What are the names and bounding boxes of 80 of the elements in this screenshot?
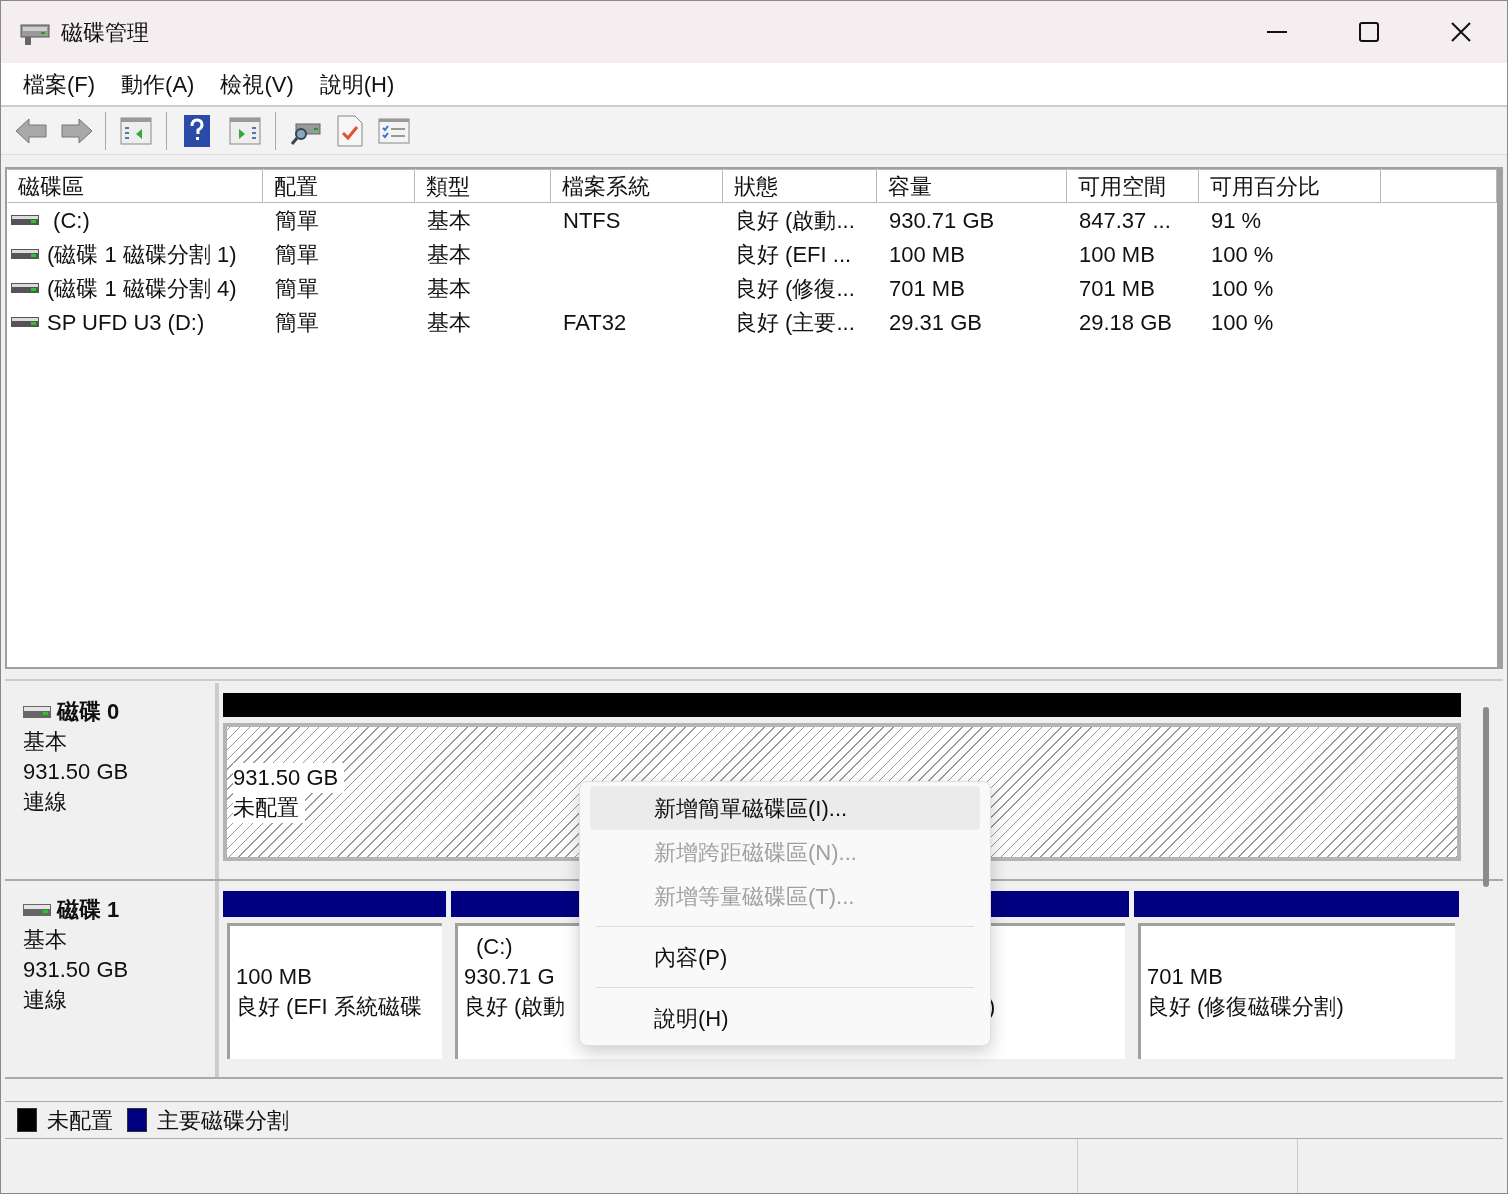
table-cell-text: 29.31 GB	[889, 308, 982, 337]
table-cell-text: 良好 (修復...	[735, 274, 855, 303]
checklist-icon	[378, 117, 410, 144]
table-cell-text: NTFS	[563, 206, 621, 235]
partition-status: 良好 (EFI 系統磁碟	[236, 993, 422, 1021]
table-cell-text: 良好 (EFI ...	[735, 240, 852, 269]
table-cell-text: 100 MB	[889, 240, 965, 269]
disk-size: 931.50 GB	[23, 956, 130, 984]
column-header[interactable]: 檔案系統	[551, 169, 723, 203]
partition-status: 未配置	[233, 793, 305, 823]
table-cell-text: 701 MB	[1079, 274, 1155, 303]
table-cell-text: (磁碟 1 磁碟分割 4)	[47, 274, 237, 303]
scroll-bar-thumb[interactable]	[1483, 707, 1489, 887]
column-header[interactable]: 容量	[877, 169, 1067, 203]
disk-name: 磁碟 1	[57, 896, 120, 924]
disk-type: 基本	[23, 728, 68, 756]
table-cell-text: 良好 (啟動...	[735, 206, 855, 235]
drive-icon	[11, 317, 39, 327]
panel-left-icon	[120, 116, 152, 145]
partition-status: 良好 (啟動	[464, 993, 566, 1021]
partition-status: 良好 (修復磁碟分割)	[1147, 993, 1344, 1021]
table-cell-text: 100 %	[1211, 308, 1274, 337]
disk-status: 連線	[23, 788, 68, 816]
table-cell-text: (C:)	[52, 206, 90, 235]
disk-size: 931.50 GB	[23, 758, 130, 786]
table-cell-text: 基本	[427, 206, 471, 235]
legend-label: 主要磁碟分割	[157, 1106, 289, 1135]
table-cell-text: 簡單	[275, 274, 319, 303]
column-header[interactable]: 磁碟區	[7, 169, 263, 203]
maximize-icon	[1359, 22, 1379, 42]
partition-size: 701 MB	[1147, 963, 1223, 991]
drive-icon	[11, 249, 39, 259]
menu-item[interactable]: 說明(H)	[307, 64, 407, 104]
partition-size: 931.50 GB	[233, 763, 345, 793]
table-cell-text: SP UFD U3 (D:)	[47, 308, 205, 337]
minimize-icon	[1267, 31, 1287, 33]
table-cell-text: 100 %	[1211, 274, 1274, 303]
help-icon	[184, 114, 210, 147]
column-header[interactable]: 配置	[263, 169, 415, 203]
panel-right-icon	[229, 116, 261, 145]
table-cell-text: 91 %	[1211, 206, 1262, 235]
table-cell-text: 100 %	[1211, 240, 1274, 269]
context-menu-item[interactable]: 新增簡單磁碟區(I)...	[590, 786, 980, 830]
table-cell-text: 簡單	[275, 240, 319, 269]
context-menu-item[interactable]: 說明(H)	[590, 996, 980, 1040]
window-title: 磁碟管理	[61, 18, 149, 47]
table-cell-text: 基本	[427, 240, 471, 269]
menu-item[interactable]: 檔案(F)	[11, 64, 108, 104]
menu-item[interactable]: 動作(A)	[109, 64, 207, 104]
context-menu-item[interactable]: 內容(P)	[590, 935, 980, 979]
disk-status: 連線	[23, 986, 68, 1014]
table-cell-text: 簡單	[275, 308, 319, 337]
legend-label: 未配置	[47, 1106, 113, 1135]
column-header[interactable]: 可用百分比	[1199, 169, 1381, 203]
column-header[interactable]: 類型	[415, 169, 551, 203]
disk-name: 磁碟 0	[57, 698, 120, 726]
table-cell-text: 100 MB	[1079, 240, 1155, 269]
table-cell-text: FAT32	[563, 308, 627, 337]
menu-item[interactable]: 檢視(V)	[208, 64, 306, 104]
table-cell-text: 930.71 GB	[889, 206, 995, 235]
document-check-icon	[337, 114, 363, 147]
drive-icon	[23, 706, 51, 718]
drive-icon	[23, 904, 51, 916]
table-cell-text: 基本	[427, 274, 471, 303]
partition-size: 930.71 G	[464, 963, 555, 991]
drive-icon	[11, 283, 39, 293]
table-cell-text: 701 MB	[889, 274, 965, 303]
disk-type: 基本	[23, 926, 68, 954]
table-cell-text: (磁碟 1 磁碟分割 1)	[47, 240, 237, 269]
volume-label: (C:)	[476, 933, 513, 961]
table-cell-text: 847.37 ...	[1079, 206, 1171, 235]
table-cell-text: 簡單	[275, 206, 319, 235]
drive-icon	[11, 215, 39, 225]
table-cell-text: 基本	[427, 308, 471, 337]
partition-size: 100 MB	[236, 963, 312, 991]
table-cell-text: 良好 (主要...	[735, 308, 855, 337]
close-icon	[1451, 22, 1471, 42]
table-cell-text: 29.18 GB	[1079, 308, 1172, 337]
column-header[interactable]: 可用空間	[1067, 169, 1199, 203]
column-header[interactable]: 狀態	[723, 169, 877, 203]
